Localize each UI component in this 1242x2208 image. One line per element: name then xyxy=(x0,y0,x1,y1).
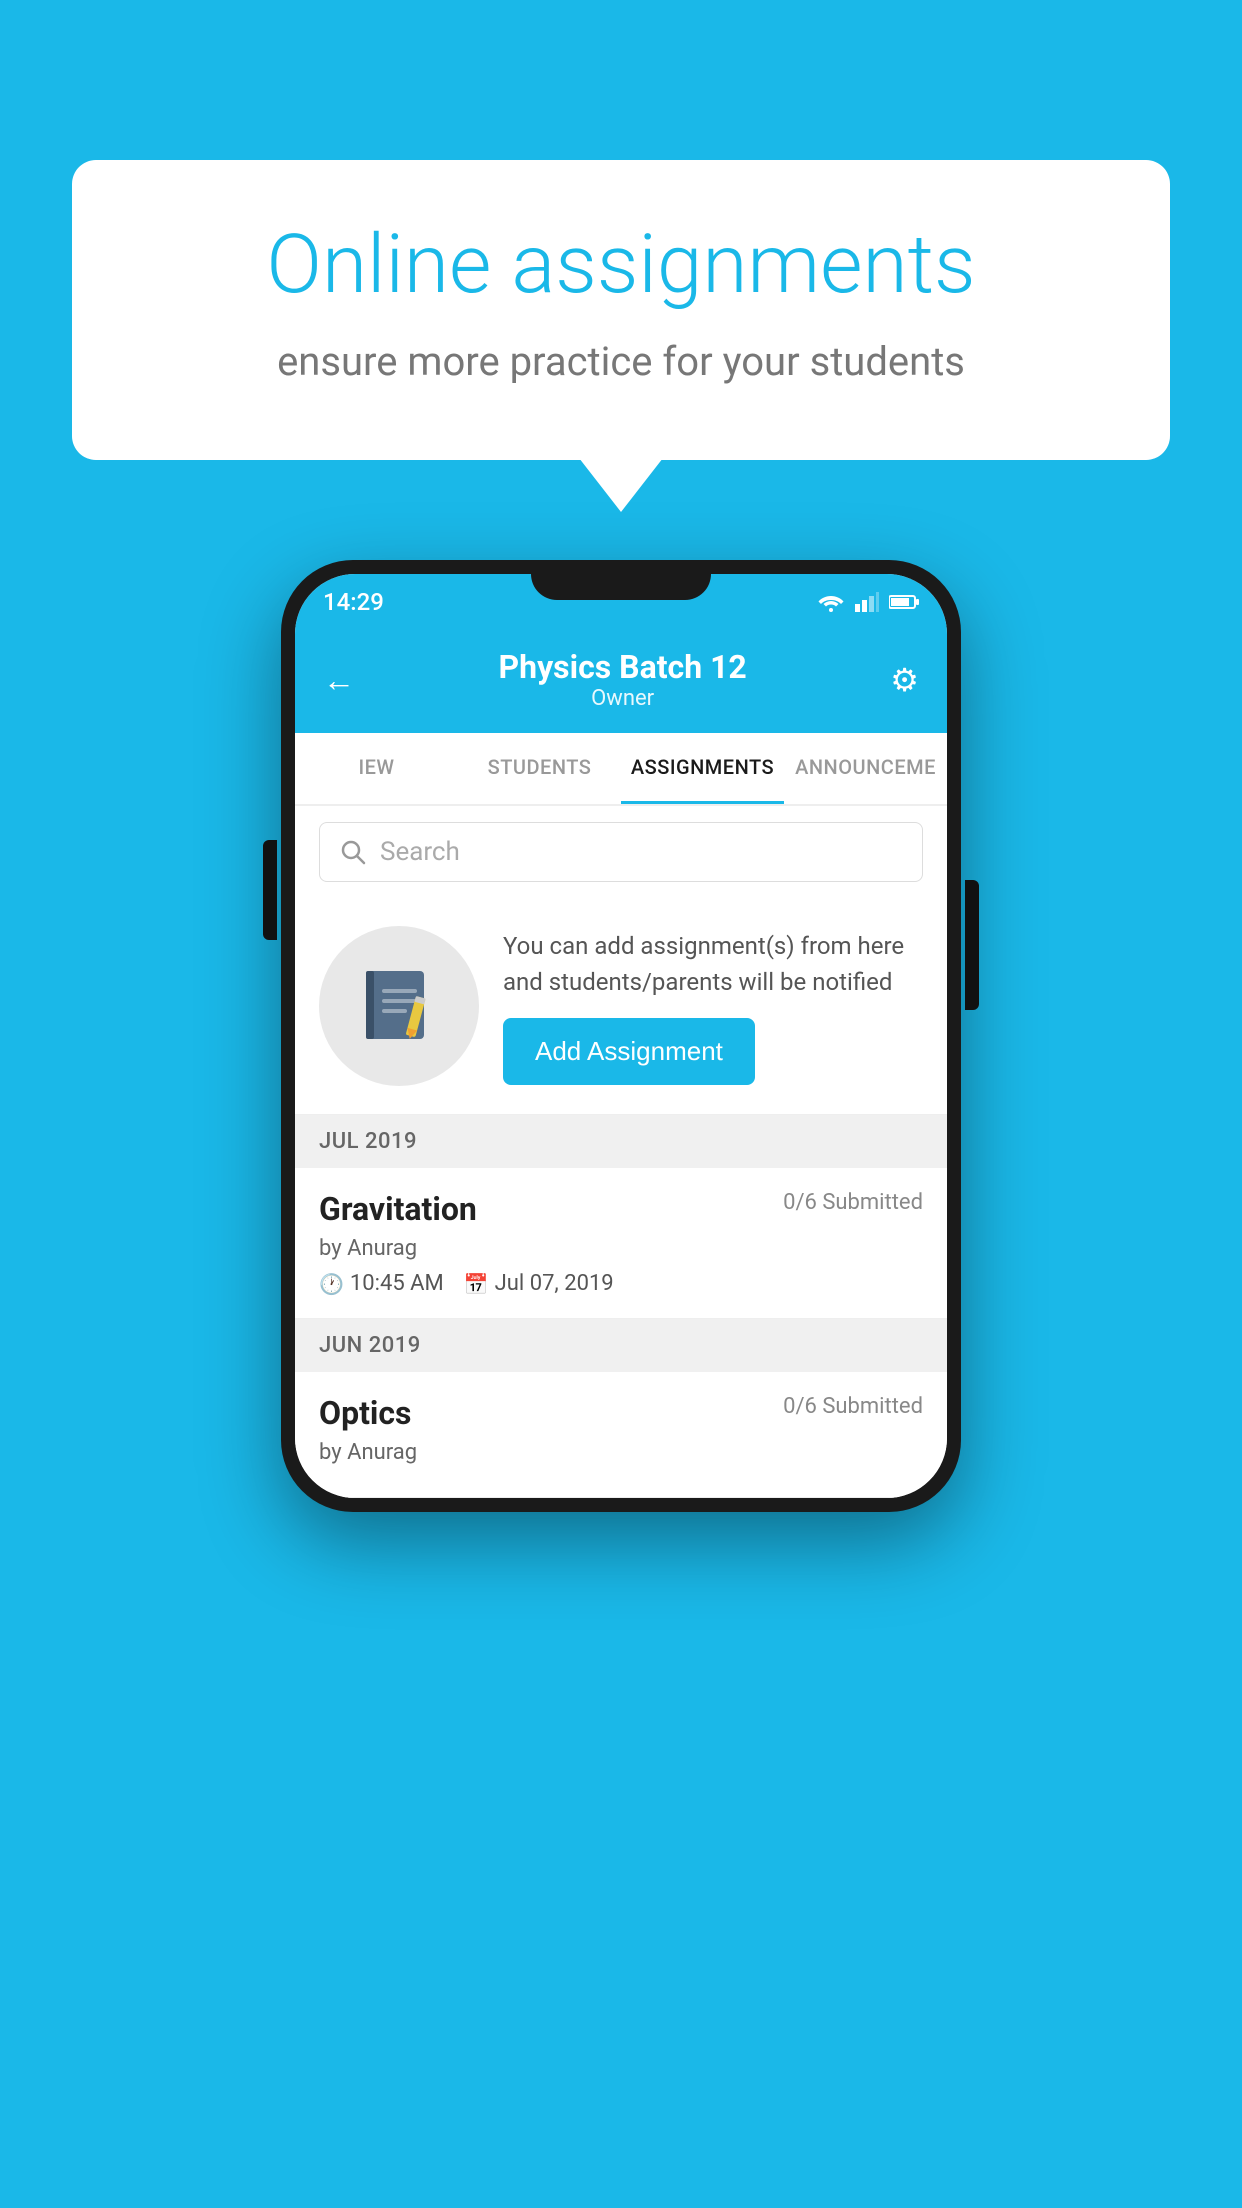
tab-iew[interactable]: IEW xyxy=(295,733,458,804)
header-subtitle: Owner xyxy=(499,686,747,711)
add-assignment-button[interactable]: Add Assignment xyxy=(503,1018,755,1085)
assignment-meta: by Anurag xyxy=(319,1236,923,1261)
tab-assignments[interactable]: ASSIGNMENTS xyxy=(621,733,784,804)
assignment-details: 🕐 10:45 AM 📅 Jul 07, 2019 xyxy=(319,1271,923,1296)
assignment-submitted-optics: 0/6 Submitted xyxy=(783,1394,923,1419)
assignment-date: Jul 07, 2019 xyxy=(495,1271,614,1296)
notebook-icon xyxy=(354,961,444,1051)
assignment-submitted: 0/6 Submitted xyxy=(783,1190,923,1215)
add-assignment-promo: You can add assignment(s) from here and … xyxy=(295,898,947,1115)
phone-outer: 14:29 xyxy=(281,560,961,1512)
status-time: 14:29 xyxy=(323,588,384,616)
signal-icon xyxy=(855,592,879,612)
section-jun-2019: JUN 2019 xyxy=(295,1319,947,1372)
clock-icon: 🕐 xyxy=(319,1272,344,1296)
app-header: ← Physics Batch 12 Owner ⚙ xyxy=(295,630,947,733)
assignment-item-optics[interactable]: Optics 0/6 Submitted by Anurag xyxy=(295,1372,947,1498)
search-placeholder: Search xyxy=(380,837,460,867)
phone-notch xyxy=(531,560,711,600)
assignment-time: 10:45 AM xyxy=(350,1271,444,1296)
wifi-icon xyxy=(817,592,845,612)
search-icon xyxy=(340,839,366,865)
promo-text: You can add assignment(s) from here and … xyxy=(503,928,923,1000)
battery-icon xyxy=(889,594,919,610)
back-button[interactable]: ← xyxy=(323,661,355,699)
section-jul-2019: JUL 2019 xyxy=(295,1115,947,1168)
assignment-top-optics: Optics 0/6 Submitted xyxy=(319,1394,923,1432)
assignment-name-optics: Optics xyxy=(319,1394,411,1432)
assignment-name: Gravitation xyxy=(319,1190,477,1228)
assignment-top: Gravitation 0/6 Submitted xyxy=(319,1190,923,1228)
calendar-icon: 📅 xyxy=(464,1272,489,1296)
tabs-bar: IEW STUDENTS ASSIGNMENTS ANNOUNCEME xyxy=(295,733,947,806)
speech-bubble: Online assignments ensure more practice … xyxy=(72,160,1170,460)
tab-students[interactable]: STUDENTS xyxy=(458,733,621,804)
time-detail: 🕐 10:45 AM xyxy=(319,1271,444,1296)
bubble-title: Online assignments xyxy=(142,220,1100,310)
bubble-subtitle: ensure more practice for your students xyxy=(142,334,1100,390)
tab-announcements[interactable]: ANNOUNCEME xyxy=(784,733,947,804)
header-title: Physics Batch 12 xyxy=(499,648,747,686)
settings-button[interactable]: ⚙ xyxy=(890,661,919,699)
phone-inner: 14:29 xyxy=(295,574,947,1498)
assignment-meta-optics: by Anurag xyxy=(319,1440,923,1465)
assignment-item-gravitation[interactable]: Gravitation 0/6 Submitted by Anurag 🕐 10… xyxy=(295,1168,947,1319)
promo-content: You can add assignment(s) from here and … xyxy=(503,928,923,1085)
search-container: Search xyxy=(295,806,947,898)
search-box[interactable]: Search xyxy=(319,822,923,882)
status-icons xyxy=(817,592,919,612)
date-detail: 📅 Jul 07, 2019 xyxy=(464,1271,614,1296)
phone-wrapper: 14:29 xyxy=(281,560,961,1512)
promo-icon-circle xyxy=(319,926,479,1086)
speech-bubble-container: Online assignments ensure more practice … xyxy=(72,160,1170,460)
header-center: Physics Batch 12 Owner xyxy=(499,648,747,711)
